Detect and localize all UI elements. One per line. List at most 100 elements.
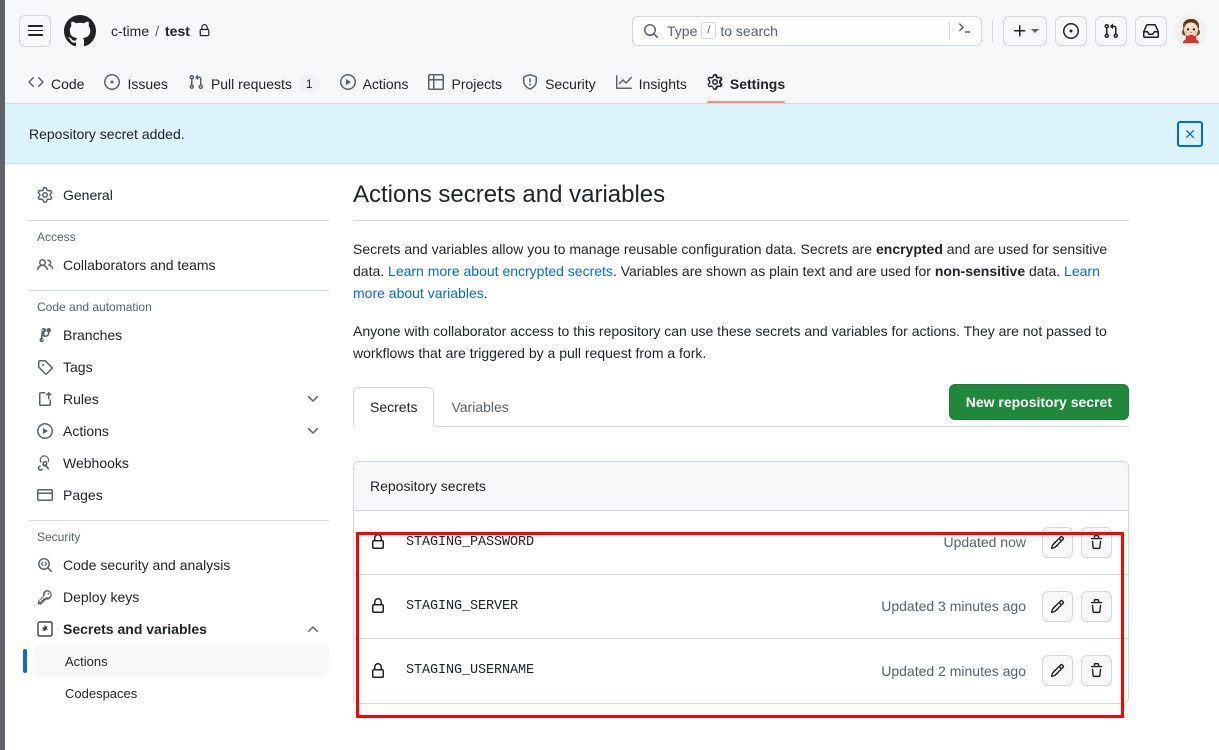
settings-sidebar: General Access Collaborators and teams C… (5, 165, 345, 750)
pencil-icon[interactable] (1042, 526, 1073, 558)
page-title: Actions secrets and variables (353, 181, 666, 208)
table-icon (428, 74, 445, 93)
description-paragraph-2: Anyone with collaborator access to this … (353, 323, 1107, 361)
sidebar-item-webhooks[interactable]: Webhooks (29, 447, 329, 479)
avatar[interactable] (1175, 14, 1207, 47)
sidebar-divider (29, 290, 329, 291)
codescan-icon (37, 557, 53, 573)
chevron-down-icon[interactable] (305, 423, 321, 439)
sidebar-item-label: Collaborators and teams (63, 257, 216, 273)
sidebar-subitem-actions[interactable]: Actions (23, 645, 329, 677)
chevron-up-icon[interactable] (305, 621, 321, 637)
sidebar-item-label: General (63, 187, 113, 203)
trash-icon[interactable] (1081, 655, 1112, 687)
sidebar-item-label: Code security and analysis (63, 557, 231, 573)
lock-icon (370, 662, 386, 679)
flash-message: Repository secret added. (29, 125, 185, 142)
trash-icon[interactable] (1081, 526, 1112, 558)
row-actions: Updated now (943, 526, 1112, 558)
nav-item-security[interactable]: Security (513, 74, 605, 103)
tab-label: Variables (451, 398, 509, 415)
sidebar-item-deploy-keys[interactable]: Deploy keys (29, 581, 329, 613)
tab-variables[interactable]: Variables (434, 387, 525, 426)
nav-item-label: Pull requests (210, 75, 292, 92)
sidebar-item-label: Branches (63, 327, 123, 343)
nav-item-issues[interactable]: Issues (95, 74, 176, 103)
nav-item-label: Code (51, 75, 85, 92)
search-icon (643, 23, 659, 39)
link-encrypted-secrets[interactable]: Learn more about encrypted secrets (388, 263, 613, 279)
secret-updated-time: Updated 2 minutes ago (881, 662, 1026, 679)
sidebar-subitem-codespaces[interactable]: Codespaces (33, 677, 329, 709)
people-icon (37, 257, 53, 273)
nav-item-pull-requests[interactable]: Pull requests 1 (179, 74, 329, 103)
issues-button[interactable] (1055, 15, 1087, 46)
sidebar-item-rules[interactable]: Rules (29, 383, 329, 415)
key-icon (37, 589, 53, 605)
desc-part-5: . (483, 284, 488, 301)
breadcrumb-owner[interactable]: c-time (111, 23, 149, 39)
sidebar-item-pages[interactable]: Pages (29, 479, 329, 511)
chevron-down-icon[interactable] (305, 391, 321, 407)
pull-requests-button[interactable] (1095, 15, 1127, 46)
sidebar-item-label: Webhooks (63, 455, 129, 471)
pencil-icon[interactable] (1042, 655, 1073, 687)
search-divider (949, 21, 950, 40)
table-row[interactable]: STAGING_PASSWORD Updated now (354, 511, 1128, 575)
close-icon[interactable] (1177, 120, 1203, 147)
terminal-icon[interactable] (957, 20, 973, 41)
pencil-icon[interactable] (1042, 590, 1073, 622)
repository-secrets-header: Repository secrets (354, 461, 1128, 511)
nav-item-settings[interactable]: Settings (698, 74, 794, 103)
sidebar-item-actions[interactable]: Actions (29, 415, 329, 447)
gear-icon (37, 187, 53, 203)
nav-item-label: Issues (127, 75, 168, 92)
nav-item-projects[interactable]: Projects (419, 74, 511, 103)
secrets-variables-tabs: Secrets Variables New repository secret (353, 383, 1129, 427)
sidebar-item-tags[interactable]: Tags (29, 351, 329, 383)
table-row[interactable]: STAGING_SERVER Updated 3 minutes ago (354, 575, 1128, 639)
hamburger-menu-icon[interactable] (19, 14, 51, 47)
sidebar-item-code-security-and-analysis[interactable]: Code security and analysis (29, 549, 329, 581)
secret-name: STAGING_USERNAME (406, 663, 535, 679)
sidebar-item-general[interactable]: General (29, 179, 329, 211)
play-icon (37, 423, 53, 439)
search-placeholder-prefix: Type (667, 22, 698, 39)
search-slash-key: / (701, 22, 717, 39)
nav-item-code[interactable]: Code (19, 74, 93, 103)
nav-item-label: Security (545, 75, 596, 92)
nav-item-insights[interactable]: Insights (607, 74, 696, 103)
desc-part-1: Secrets and variables allow you to manag… (353, 241, 876, 258)
github-mark-icon[interactable] (64, 14, 96, 47)
sidebar-item-secrets-and-variables[interactable]: Secrets and variables (29, 613, 329, 645)
sidebar-item-label: Actions (63, 423, 109, 439)
browser-window-edge (0, 0, 5, 750)
nav-item-label: Insights (638, 75, 687, 92)
sidebar-item-label: Deploy keys (63, 589, 140, 605)
tab-secrets[interactable]: Secrets (353, 386, 435, 427)
chevron-down-icon (1030, 28, 1039, 33)
rules-icon (37, 391, 53, 407)
secret-name: STAGING_PASSWORD (406, 534, 535, 550)
gear-icon (707, 74, 723, 93)
flash-notice: Repository secret added. (5, 104, 1219, 164)
shield-icon (522, 74, 538, 93)
search-input[interactable]: Type / to search (632, 15, 982, 46)
new-repository-secret-button[interactable]: New repository secret (948, 383, 1129, 420)
lock-icon (198, 24, 211, 37)
repository-nav: Code Issues Pull requests 1 Actions Proj… (5, 62, 1219, 104)
breadcrumb-repo[interactable]: test (165, 23, 190, 39)
sidebar-item-collaborators-and-teams[interactable]: Collaborators and teams (29, 249, 329, 281)
sidebar-divider (29, 220, 329, 221)
inbox-icon[interactable] (1135, 15, 1167, 46)
desc-part-3: . Variables are shown as plain text and … (612, 262, 935, 279)
nav-item-label: Actions (362, 75, 409, 92)
issue-opened-icon (104, 74, 121, 93)
sidebar-item-branches[interactable]: Branches (29, 319, 329, 351)
table-row[interactable]: STAGING_USERNAME Updated 2 minutes ago (354, 639, 1128, 703)
create-new-button[interactable] (1003, 15, 1047, 46)
nav-item-actions[interactable]: Actions (331, 74, 418, 103)
browser-viewport: c-time / test Type / to search Code Issu… (0, 0, 1219, 750)
trash-icon[interactable] (1081, 590, 1112, 622)
asterisk-icon (37, 621, 53, 637)
